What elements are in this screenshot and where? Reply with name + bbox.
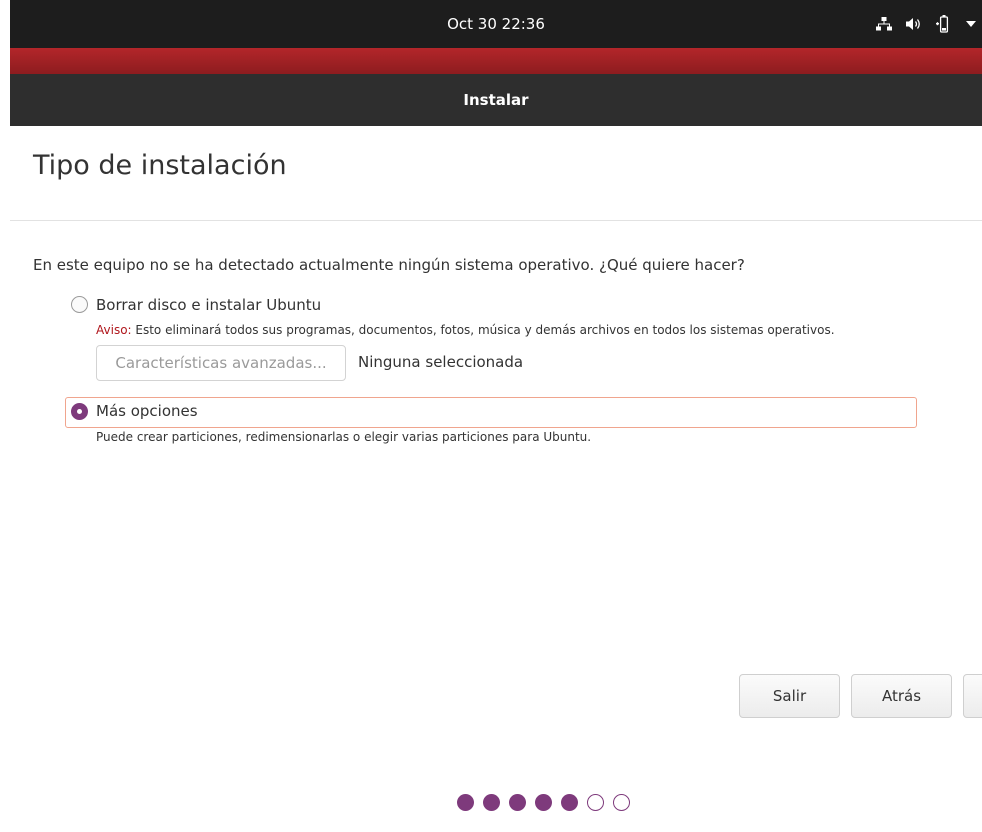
erase-disk-warning: Aviso: Esto eliminará todos sus programa…	[96, 323, 835, 337]
window-title: Instalar	[463, 91, 529, 109]
system-tray[interactable]	[876, 0, 976, 48]
progress-dot-pending	[613, 794, 630, 811]
erase-disk-label[interactable]: Borrar disco e instalar Ubuntu	[96, 296, 321, 314]
question-text: En este equipo no se ha detectado actual…	[33, 256, 745, 274]
advanced-features-status: Ninguna seleccionada	[358, 353, 524, 371]
volume-icon[interactable]	[906, 17, 922, 31]
progress-dot-complete	[561, 794, 578, 811]
warning-label: Aviso:	[96, 323, 132, 337]
window-titlebar[interactable]: Instalar	[10, 74, 982, 126]
continue-button[interactable]	[963, 674, 982, 718]
back-button[interactable]: Atrás	[851, 674, 952, 718]
more-options-label[interactable]: Más opciones	[96, 402, 198, 420]
more-options-description: Puede crear particiones, redimensionarla…	[96, 430, 592, 444]
erase-disk-radio[interactable]	[71, 296, 88, 313]
clock[interactable]: Oct 30 22:36	[10, 0, 982, 48]
chevron-down-icon[interactable]	[966, 20, 976, 28]
window-margin	[0, 0, 10, 832]
progress-dot-pending	[587, 794, 604, 811]
progress-dots	[457, 794, 630, 811]
progress-dot-complete	[535, 794, 552, 811]
network-icon[interactable]	[876, 17, 892, 31]
advanced-features-button[interactable]: Características avanzadas...	[96, 345, 346, 381]
header-accent-band	[10, 48, 982, 74]
warning-text: Esto eliminará todos sus programas, docu…	[131, 323, 835, 337]
header-divider	[10, 220, 982, 221]
quit-button[interactable]: Salir	[739, 674, 840, 718]
page-title: Tipo de instalación	[33, 150, 287, 181]
progress-dot-complete	[483, 794, 500, 811]
progress-dot-complete	[509, 794, 526, 811]
progress-dot-complete	[457, 794, 474, 811]
battery-icon[interactable]	[936, 15, 952, 33]
more-options-radio[interactable]	[71, 403, 88, 420]
system-top-bar: Oct 30 22:36	[10, 0, 982, 48]
